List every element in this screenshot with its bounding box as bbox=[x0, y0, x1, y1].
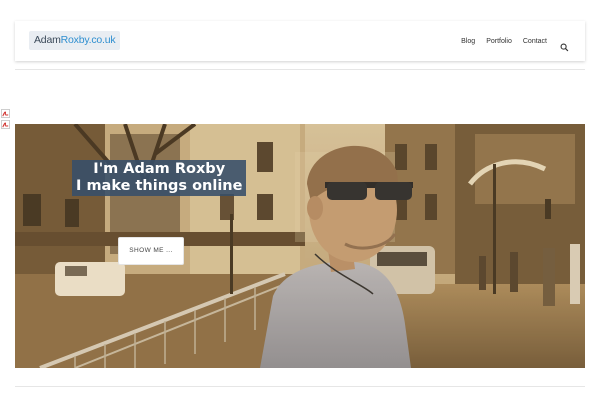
nav-blog-link[interactable]: Blog bbox=[461, 38, 475, 45]
pdf-icon[interactable] bbox=[1, 103, 10, 118]
hero-banner: I'm Adam Roxby I make things online SHOW… bbox=[15, 124, 585, 368]
site-header: AdamRoxby.co.uk Blog Portfolio Contact bbox=[15, 21, 585, 61]
show-me-button[interactable]: SHOW ME ... bbox=[118, 237, 184, 265]
site-logo[interactable]: AdamRoxby.co.uk bbox=[29, 31, 121, 50]
header-divider bbox=[15, 69, 585, 70]
nav-portfolio-link[interactable]: Portfolio bbox=[486, 38, 512, 45]
nav-contact-link[interactable]: Contact bbox=[523, 38, 547, 45]
pdf-icon[interactable] bbox=[1, 114, 10, 129]
footer-divider bbox=[15, 386, 585, 387]
hero-subtitle-line: I make things online bbox=[76, 178, 243, 194]
hero-title-line: I'm Adam Roxby bbox=[93, 161, 226, 177]
hero-title: I'm Adam Roxby I make things online bbox=[72, 160, 247, 196]
main-nav: Blog Portfolio Contact bbox=[450, 21, 569, 61]
search-icon[interactable] bbox=[560, 37, 569, 51]
